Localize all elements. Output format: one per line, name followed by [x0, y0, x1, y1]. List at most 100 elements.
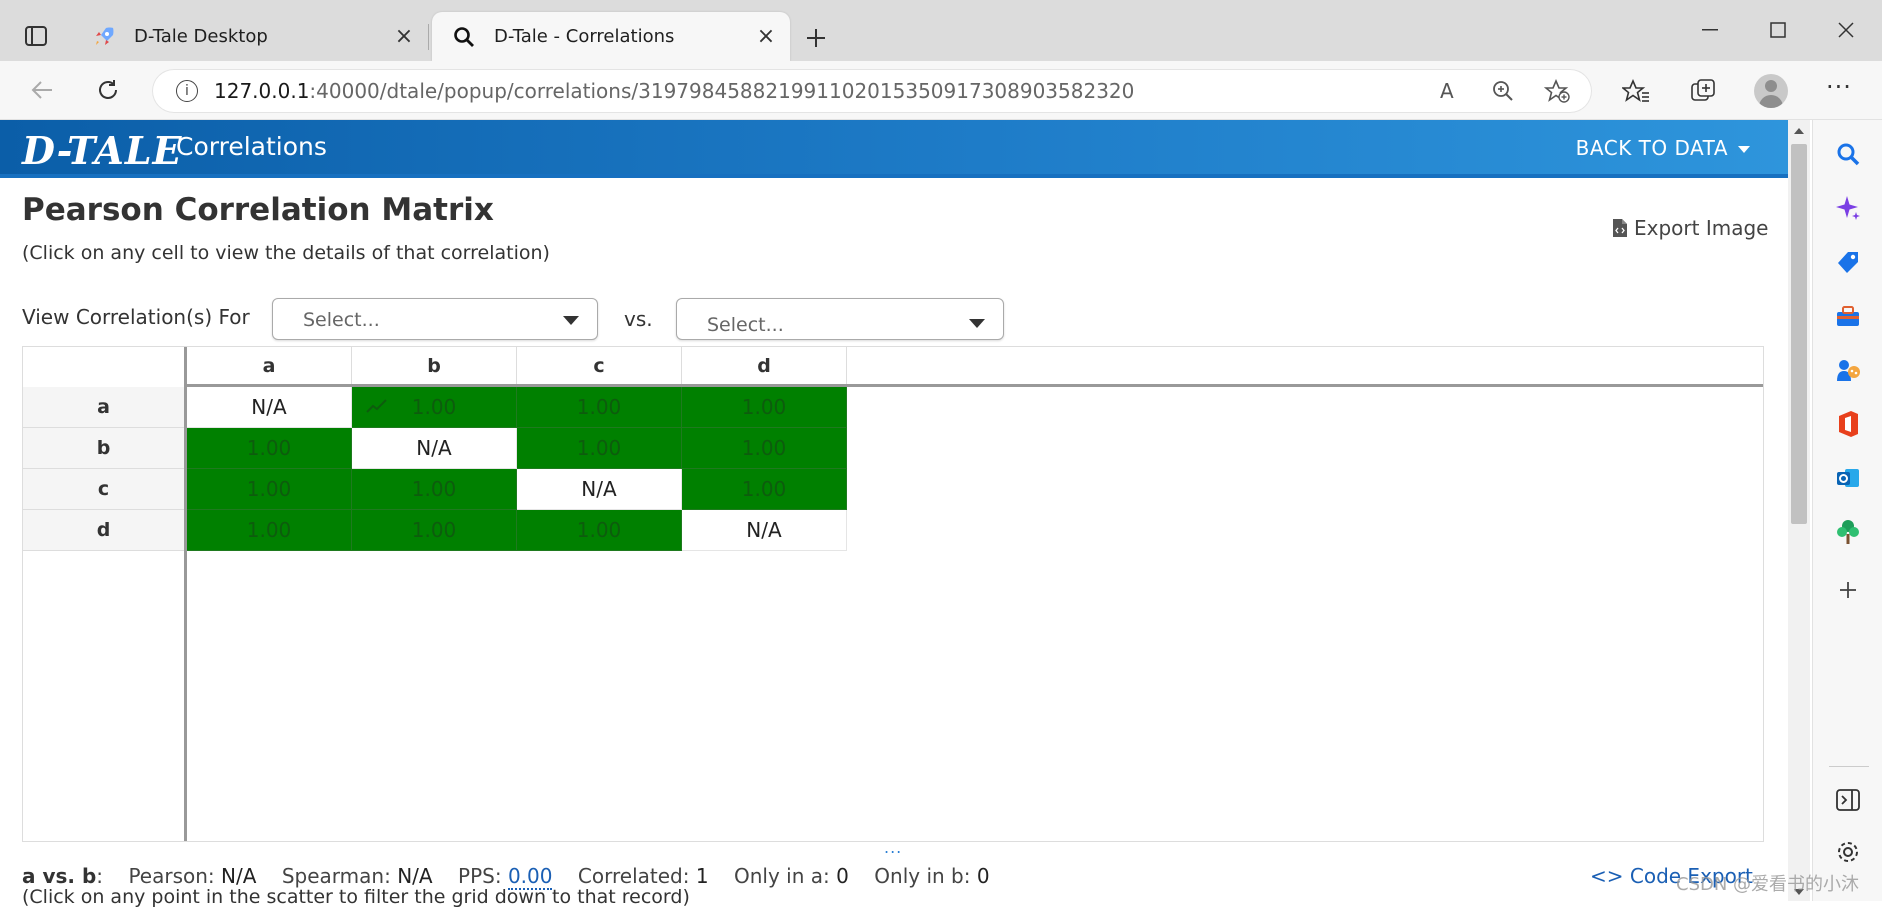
cell-d-c[interactable]: 1.00 [517, 510, 682, 551]
row-header-a[interactable]: a [23, 387, 184, 428]
row-header-column: a b c d [23, 387, 187, 841]
export-image-button[interactable]: Export Image [1612, 216, 1768, 240]
profile-avatar[interactable] [1754, 74, 1788, 108]
minimize-icon [1702, 29, 1718, 31]
correlation-stats: a vs. b: Pearson: N/A Spearman: N/A PPS:… [22, 864, 990, 890]
row-header-c[interactable]: c [23, 469, 184, 510]
export-image-label: Export Image [1634, 216, 1769, 240]
refresh-icon [99, 80, 117, 99]
back-to-data-button[interactable]: BACK TO DATA [1576, 136, 1750, 160]
site-info-icon[interactable]: i [176, 80, 198, 102]
dropdown-arrow-icon [563, 316, 579, 325]
grid-corner [23, 347, 187, 387]
dropdown-arrow-icon [969, 319, 985, 328]
only-in-a-value: 0 [836, 864, 849, 888]
browser-toolbar: i 127.0.0.1:40000/dtale/popup/correlatio… [0, 61, 1882, 120]
more-menu-icon[interactable]: ··· [1826, 73, 1852, 101]
address-bar[interactable]: i 127.0.0.1:40000/dtale/popup/correlatio… [152, 69, 1592, 113]
avatar-head [1765, 80, 1777, 92]
page-scrollbar[interactable] [1788, 120, 1810, 901]
collections-icon[interactable] [1690, 78, 1716, 104]
close-window-button[interactable] [1826, 10, 1866, 50]
url-path: :40000/dtale/popup/correlations/31979845… [309, 79, 1135, 103]
column-header-a[interactable]: a [187, 347, 352, 384]
close-tab-icon[interactable]: × [390, 23, 418, 51]
sidebar-shopping-button[interactable] [1830, 244, 1866, 280]
cell-c-d[interactable]: 1.00 [682, 469, 847, 510]
dtale-logo[interactable]: D-TALE [22, 128, 183, 173]
tab-actions-button[interactable] [16, 16, 56, 56]
cell-a-b[interactable]: 1.00 [352, 387, 517, 428]
read-aloud-icon[interactable]: A [1440, 79, 1454, 103]
plus-icon [1840, 582, 1856, 598]
only-in-b-value: 0 [976, 864, 990, 888]
spearman-label: Spearman: [281, 864, 391, 888]
office-icon [1839, 411, 1858, 437]
cell-a-d[interactable]: 1.00 [682, 387, 847, 428]
close-tab-icon[interactable]: × [752, 23, 780, 51]
rocket-icon [90, 23, 118, 51]
cell-b-a[interactable]: 1.00 [187, 428, 352, 469]
file-code-icon [1613, 219, 1627, 237]
tab-dtale-correlations[interactable]: D-Tale - Correlations × [432, 12, 790, 61]
refresh-button[interactable] [88, 70, 128, 110]
sidebar-hide-button[interactable] [1830, 782, 1866, 818]
row-header-b[interactable]: b [23, 428, 184, 469]
sidebar-tools-button[interactable] [1830, 298, 1866, 334]
sidebar-search-button[interactable] [1830, 136, 1866, 172]
tab-dtale-desktop[interactable]: D-Tale Desktop × [72, 12, 428, 61]
view-correlations-label: View Correlation(s) For [22, 305, 250, 329]
scroll-up-arrow[interactable] [1794, 128, 1804, 134]
cell-c-b[interactable]: 1.00 [352, 469, 517, 510]
column-header-c[interactable]: c [517, 347, 682, 384]
new-tab-button[interactable] [796, 18, 836, 58]
cell-b-c[interactable]: 1.00 [517, 428, 682, 469]
row-header-d[interactable]: d [23, 510, 184, 551]
column-header-d[interactable]: d [682, 347, 847, 384]
maximize-icon [1770, 22, 1786, 38]
back-button[interactable] [22, 70, 62, 110]
only-in-a-label: Only in a: [734, 864, 830, 888]
cell-c-a[interactable]: 1.00 [187, 469, 352, 510]
pps-label: PPS: [458, 864, 502, 888]
sidebar-outlook-button[interactable] [1830, 460, 1866, 496]
sparkle-icon [1836, 196, 1860, 220]
cell-d-a[interactable]: 1.00 [187, 510, 352, 551]
favorites-icon[interactable] [1622, 79, 1650, 103]
page-title: Pearson Correlation Matrix [22, 192, 494, 228]
cell-a-c[interactable]: 1.00 [517, 387, 682, 428]
sidebar-office-button[interactable] [1830, 406, 1866, 442]
tab-actions-icon [25, 26, 47, 46]
sidebar-settings-button[interactable] [1830, 834, 1866, 870]
sidebar-add-button[interactable] [1830, 572, 1866, 608]
cell-b-d[interactable]: 1.00 [682, 428, 847, 469]
cell-c-c[interactable]: N/A [517, 469, 682, 510]
tree-icon [1837, 520, 1859, 544]
resize-handle[interactable]: ... [884, 838, 902, 857]
column-header-b[interactable]: b [352, 347, 517, 384]
column-select-1[interactable]: Select... [272, 298, 598, 340]
browser-tab-strip: D-Tale Desktop × D-Tale - Correlations × [0, 0, 1882, 61]
zoom-icon[interactable] [1492, 80, 1514, 102]
cell-b-b[interactable]: N/A [352, 428, 517, 469]
column-select-2[interactable]: Select... [676, 298, 1004, 340]
sidebar-games-button[interactable] [1830, 352, 1866, 388]
cell-d-b[interactable]: 1.00 [352, 510, 517, 551]
tab-label: D-Tale - Correlations [494, 26, 675, 47]
scatter-hint: (Click on any point in the scatter to fi… [22, 886, 690, 908]
sidebar-copilot-button[interactable] [1830, 190, 1866, 226]
outlook-icon [1837, 469, 1859, 487]
plus-icon [807, 29, 825, 47]
spearman-value: N/A [397, 864, 433, 888]
maximize-button[interactable] [1758, 10, 1798, 50]
column-header-row: a b c d [187, 347, 1763, 387]
correlated-value: 1 [695, 864, 709, 888]
sidebar-tree-button[interactable] [1830, 514, 1866, 550]
pearson-label: Pearson: [128, 864, 215, 888]
minimize-button[interactable] [1690, 10, 1730, 50]
favorite-add-icon[interactable] [1544, 79, 1570, 103]
search-icon [450, 23, 478, 51]
cell-a-a[interactable]: N/A [187, 387, 352, 428]
scrollbar-thumb[interactable] [1791, 144, 1807, 524]
cell-d-d[interactable]: N/A [682, 510, 847, 551]
